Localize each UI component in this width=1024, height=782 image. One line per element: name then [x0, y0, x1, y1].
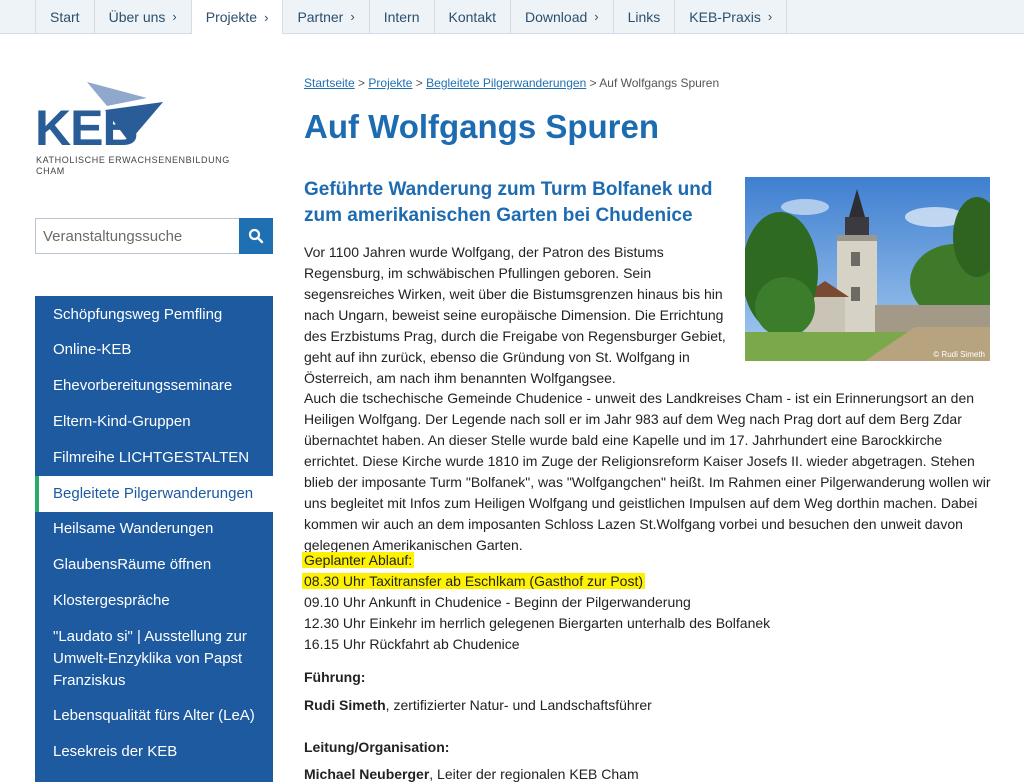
search-input[interactable]: [35, 218, 243, 254]
nav-item-start[interactable]: Start: [35, 0, 94, 33]
breadcrumb-separator: >: [358, 76, 366, 90]
nav-item-label: Kontakt: [448, 8, 496, 25]
nav-item-label: Start: [50, 8, 80, 25]
sidebar-item-klostergespraeche[interactable]: Klostergespräche: [35, 590, 273, 612]
organisation-info: Michael Neuberger, Leiter der regionalen…: [304, 766, 639, 782]
sidebar-item-heilsame-wanderungen[interactable]: Heilsame Wanderungen: [35, 518, 273, 540]
chevron-right-icon: ›: [264, 9, 269, 25]
photo-credit: © Rudi Simeth: [933, 350, 985, 359]
sidebar-item-online-keb[interactable]: Online-KEB: [35, 339, 273, 361]
nav-item-download[interactable]: Download ›: [510, 0, 613, 33]
page-title: Auf Wolfgangs Spuren: [304, 108, 660, 145]
guide-name: Rudi Simeth: [304, 697, 386, 713]
nav-item-ueber-uns[interactable]: Über uns ›: [93, 0, 191, 33]
nav-item-label: Links: [627, 8, 661, 25]
nav-item-keb-praxis[interactable]: KEB-Praxis ›: [674, 0, 788, 33]
nav-item-label: Download: [525, 8, 588, 25]
breadcrumb-link-startseite[interactable]: Startseite: [304, 76, 355, 90]
chevron-right-icon: ›: [594, 9, 599, 24]
sidebar-item-ehevorbereitung[interactable]: Ehevorbereitungsseminare: [35, 375, 273, 397]
schedule-item: 16.15 Uhr Rückfahrt ab Chudenice: [304, 636, 520, 652]
nav-item-label: KEB-Praxis: [689, 8, 761, 25]
nav-item-projekte[interactable]: Projekte ›: [190, 0, 283, 34]
nav-item-intern[interactable]: Intern: [368, 0, 434, 33]
bolfanek-tower-image: © Rudi Simeth: [745, 177, 990, 361]
breadcrumb-separator: >: [589, 76, 597, 90]
breadcrumb-separator: >: [415, 76, 423, 90]
nav-item-label: Intern: [383, 8, 420, 25]
sidebar-item-eltern-kind[interactable]: Eltern-Kind-Gruppen: [35, 411, 273, 433]
page-subtitle: Geführte Wanderung zum Turm Bolfanek und…: [304, 179, 713, 226]
schedule-item: 12.30 Uhr Einkehr im herrlich gelegenen …: [304, 615, 771, 631]
logo-subtitle-city: CHAM: [36, 166, 65, 176]
schedule-block: Geplanter Ablauf: 08.30 Uhr Taxitransfer…: [302, 550, 771, 655]
intro-paragraph: Vor 1100 Jahren wurde Wolfgang, der Patr…: [304, 244, 726, 386]
guide-label: Führung:: [304, 669, 366, 685]
guide-description: , zertifizierter Natur- und Landschaftsf…: [385, 697, 652, 713]
sidebar-item-laudato-si[interactable]: "Laudato si" | Ausstellung zur Umwelt-En…: [35, 626, 273, 692]
nav-item-kontakt[interactable]: Kontakt: [433, 0, 510, 33]
sidebar-item-filmreihe[interactable]: Filmreihe LICHTGESTALTEN: [35, 447, 273, 469]
nav-item-label: Über uns: [108, 8, 166, 25]
search-icon: [248, 228, 264, 244]
nav-item-links[interactable]: Links: [612, 0, 675, 33]
breadcrumb-current: Auf Wolfgangs Spuren: [599, 76, 720, 90]
schedule-item: 08.30 Uhr Taxitransfer ab Eschlkam (Gast…: [302, 573, 645, 589]
chevron-right-icon: ›: [767, 9, 773, 24]
breadcrumb-link-projekte[interactable]: Projekte: [368, 76, 412, 90]
sidebar-item-lesekreis[interactable]: Lesekreis der KEB: [35, 741, 273, 763]
organisation-name: Michael Neuberger: [304, 766, 430, 782]
tower-photo: © Rudi Simeth: [745, 177, 990, 361]
logo-text: KEB: [35, 100, 139, 156]
organisation-label: Leitung/Organisation:: [304, 739, 450, 755]
search-button[interactable]: [239, 218, 273, 254]
organisation-description: , Leiter der regionalen KEB Cham: [429, 766, 639, 782]
nav-item-label: Projekte: [205, 9, 258, 25]
schedule-heading: Geplanter Ablauf:: [302, 552, 415, 568]
sidebar-item-pilgerwanderungen[interactable]: Begleitete Pilgerwanderungen: [35, 476, 273, 512]
sidebar-item-schoepfungsweg[interactable]: Schöpfungsweg Pemfling: [35, 304, 273, 326]
body-paragraph: Auch die tschechische Gemeinde Chudenice…: [304, 390, 991, 553]
breadcrumb: Startseite > Projekte > Begleitete Pilge…: [304, 76, 719, 90]
nav-item-label: Partner: [297, 8, 344, 25]
guide-info: Rudi Simeth, zertifizierter Natur- und L…: [304, 697, 652, 713]
breadcrumb-link-pilgerwanderungen[interactable]: Begleitete Pilgerwanderungen: [426, 76, 586, 90]
sidebar-item-lebensqualitaet[interactable]: Lebensqualität fürs Alter (LeA): [35, 705, 273, 727]
site-logo[interactable]: KEB KATHOLISCHE ERWACHSENENBILDUNG CHAM: [35, 80, 229, 180]
sidebar-menu: Schöpfungsweg Pemfling Online-KEB Ehevor…: [35, 296, 273, 782]
logo-subtitle: KATHOLISCHE ERWACHSENENBILDUNG: [36, 155, 230, 165]
sidebar-item-glaubensraeume[interactable]: GlaubensRäume öffnen: [35, 554, 273, 576]
schedule-item: 09.10 Uhr Ankunft in Chudenice - Beginn …: [304, 594, 691, 610]
event-search: [35, 218, 273, 254]
chevron-right-icon: ›: [350, 9, 355, 24]
top-navigation: Start Über uns › Projekte › Partner › Inter…: [0, 0, 1024, 34]
nav-item-partner[interactable]: Partner ›: [282, 0, 368, 33]
chevron-right-icon: ›: [172, 9, 177, 24]
